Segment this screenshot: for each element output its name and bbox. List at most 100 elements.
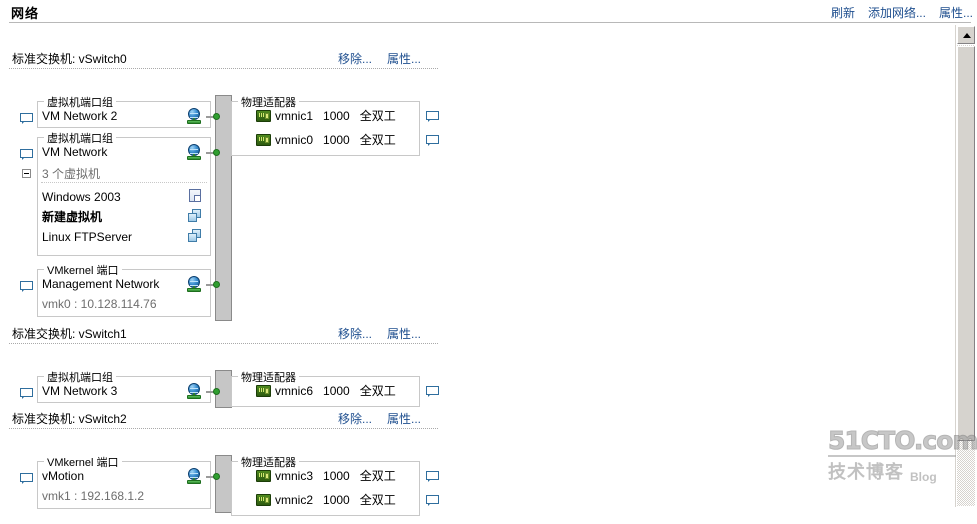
header-links: 刷新 添加网络... 属性... (831, 4, 973, 21)
network-globe-icon (186, 108, 203, 124)
switch-diagram: VMkernel 端口 vMotion vmk1 : 192.168.1.2 物… (0, 429, 940, 524)
vm-list-item[interactable]: Windows 2003 (42, 187, 207, 206)
page-title: 网络 (11, 6, 40, 21)
network-name: vMotion (42, 468, 85, 483)
nic-icon (256, 494, 271, 506)
adapter-row[interactable]: vmnic1 1000 全双工 (275, 107, 396, 124)
vmkernel-detail-row: vmk0 : 10.128.114.76 (42, 295, 207, 312)
vmkernel-port-row[interactable]: Management Network (42, 275, 207, 292)
network-name: VM Network (42, 144, 108, 159)
vertical-scrollbar[interactable] (955, 25, 977, 507)
vm-count-label: 3 个虚拟机 (42, 167, 101, 181)
switch-header: 标准交换机: vSwitch2 移除... 属性... (0, 410, 940, 429)
switch-title: 标准交换机: vSwitch2 (12, 412, 127, 426)
switch-title: 标准交换机: vSwitch0 (12, 52, 127, 66)
connector-dot (213, 388, 220, 395)
nic-icon (256, 385, 271, 397)
connector-dot (213, 281, 220, 288)
vm-count-row: 3 个虚拟机 (42, 165, 207, 182)
network-globe-icon (186, 144, 203, 160)
switch-title: 标准交换机: vSwitch1 (12, 327, 127, 341)
nic-icon (256, 470, 271, 482)
adapter-duplex: 全双工 (359, 109, 396, 123)
switch-actions: 移除... 属性... (338, 50, 421, 67)
scrollbar-thumb[interactable] (957, 46, 975, 441)
port-group-row[interactable]: VM Network 3 (42, 382, 207, 399)
nic-icon (256, 134, 271, 146)
properties-link[interactable]: 属性... (387, 325, 421, 342)
adapter-name: vmnic1 (275, 108, 314, 123)
adapter-duplex: 全双工 (359, 493, 396, 507)
switch-block-vswitch0: 标准交换机: vSwitch0 移除... 属性... 虚拟机端口组 VM Ne… (0, 50, 940, 321)
adapter-callout-icon[interactable] (426, 471, 439, 482)
port-group-row[interactable]: VM Network (42, 143, 207, 160)
adapter-speed: 1000 (323, 383, 350, 398)
switch-header: 标准交换机: vSwitch0 移除... 属性... (0, 50, 940, 69)
properties-link[interactable]: 属性... (387, 50, 421, 67)
nic-icon (256, 110, 271, 122)
adapter-row[interactable]: vmnic6 1000 全双工 (275, 382, 396, 399)
vm-name: Linux FTPServer (42, 229, 133, 244)
vm-name: Windows 2003 (42, 189, 121, 204)
vmkernel-callout-icon[interactable] (20, 473, 33, 484)
adapter-callout-icon[interactable] (426, 386, 439, 397)
adapter-name: vmnic6 (275, 383, 314, 398)
network-name: VM Network 3 (42, 383, 118, 398)
switch-header: 标准交换机: vSwitch1 移除... 属性... (0, 325, 940, 344)
adapter-callout-icon[interactable] (426, 135, 439, 146)
adapter-speed: 1000 (323, 492, 350, 507)
vm-name: 新建虚拟机 (42, 210, 103, 224)
header-divider (9, 22, 971, 23)
port-group-callout-icon[interactable] (20, 113, 33, 124)
connector-dot (213, 113, 220, 120)
remove-link[interactable]: 移除... (338, 50, 372, 67)
vmkernel-ip: vmk0 : 10.128.114.76 (42, 296, 157, 311)
adapter-row[interactable]: vmnic3 1000 全双工 (275, 467, 396, 484)
adapter-row[interactable]: vmnic2 1000 全双工 (275, 491, 396, 508)
switch-diagram: 虚拟机端口组 VM Network 3 物理适配器 vmnic6 1000 全双… (0, 344, 940, 414)
switch-block-vswitch1: 标准交换机: vSwitch1 移除... 属性... 虚拟机端口组 VM Ne… (0, 325, 940, 414)
add-network-link[interactable]: 添加网络... (868, 4, 926, 21)
vm-icon (188, 209, 202, 223)
scroll-up-button[interactable] (957, 26, 975, 44)
virtual-switch-bar (215, 455, 232, 513)
network-globe-icon (186, 276, 203, 292)
remove-link[interactable]: 移除... (338, 325, 372, 342)
refresh-link[interactable]: 刷新 (831, 4, 855, 21)
doc-icon (188, 189, 202, 203)
port-group-row[interactable]: VM Network 2 (42, 107, 207, 124)
port-group-callout-icon[interactable] (20, 149, 33, 160)
vm-list-item[interactable]: 新建虚拟机 (42, 207, 207, 226)
adapter-duplex: 全双工 (359, 133, 396, 147)
adapter-row[interactable]: vmnic0 1000 全双工 (275, 131, 396, 148)
properties-link[interactable]: 属性... (387, 410, 421, 427)
page-header: 网络 刷新 添加网络... 属性... (0, 0, 977, 24)
switch-diagram: 虚拟机端口组 VM Network 2 虚拟机端口组 VM Network 3 … (0, 69, 940, 321)
vmkernel-ip: vmk1 : 192.168.1.2 (42, 488, 145, 503)
adapter-name: vmnic0 (275, 132, 314, 147)
vm-list-item[interactable]: Linux FTPServer (42, 227, 207, 246)
adapter-duplex: 全双工 (359, 469, 396, 483)
adapter-speed: 1000 (323, 108, 350, 123)
switch-actions: 移除... 属性... (338, 325, 421, 342)
vm-icon (188, 229, 202, 243)
remove-link[interactable]: 移除... (338, 410, 372, 427)
adapter-callout-icon[interactable] (426, 495, 439, 506)
connector-dot (213, 149, 220, 156)
adapter-speed: 1000 (323, 468, 350, 483)
properties-link[interactable]: 属性... (939, 4, 973, 21)
collapse-toggle-icon[interactable] (22, 169, 31, 178)
port-group-callout-icon[interactable] (20, 388, 33, 399)
network-globe-icon (186, 468, 203, 484)
vmkernel-callout-icon[interactable] (20, 281, 33, 292)
adapter-callout-icon[interactable] (426, 111, 439, 122)
adapter-speed: 1000 (323, 132, 350, 147)
vmkernel-port-row[interactable]: vMotion (42, 467, 207, 484)
network-globe-icon (186, 383, 203, 399)
vmkernel-detail-row: vmk1 : 192.168.1.2 (42, 487, 207, 504)
network-name: Management Network (42, 276, 160, 291)
adapter-name: vmnic3 (275, 468, 314, 483)
adapter-duplex: 全双工 (359, 384, 396, 398)
switch-actions: 移除... 属性... (338, 410, 421, 427)
network-name: VM Network 2 (42, 108, 118, 123)
